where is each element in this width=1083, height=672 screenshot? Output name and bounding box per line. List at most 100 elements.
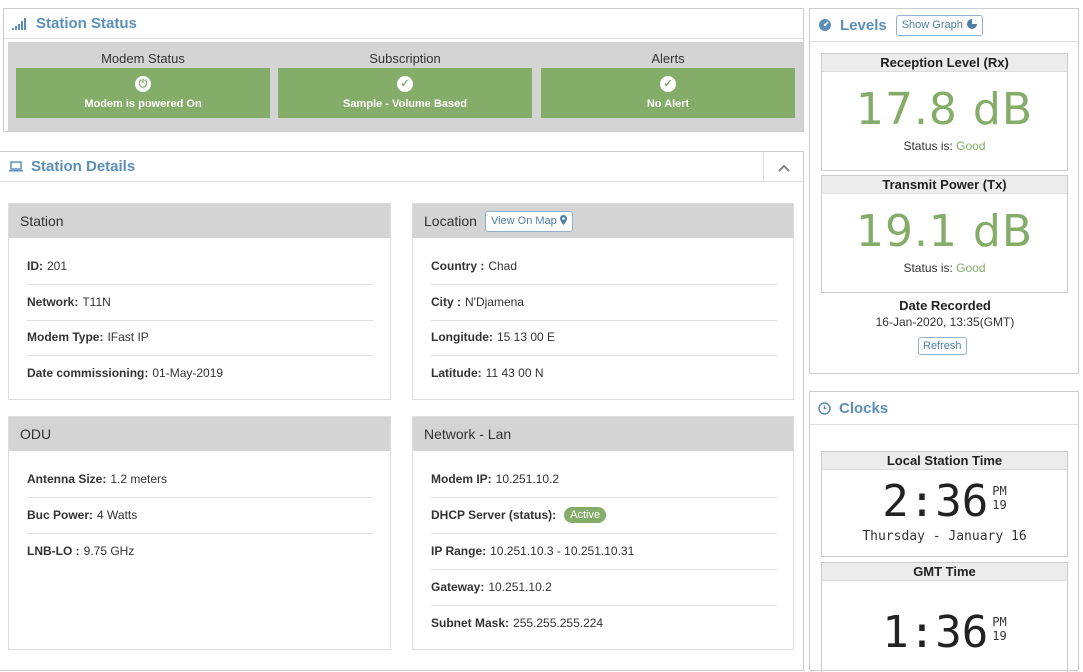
- station-status-header: Station Status: [4, 9, 803, 39]
- subscription-label: Subscription: [369, 51, 441, 66]
- local-time-display: 2:36 PM 19: [822, 476, 1067, 527]
- row-value: 01-May-2019: [152, 366, 224, 380]
- alerts-label: Alerts: [651, 51, 685, 66]
- modem-status-box[interactable]: ⏻ Modem is powered On: [16, 68, 270, 118]
- signal-bars-icon: [12, 17, 28, 30]
- gmt-seconds: 19: [992, 629, 1007, 643]
- location-country-row: Country : Chad: [431, 248, 517, 284]
- rx-status-label: Status is:: [903, 139, 953, 153]
- check-circle-icon: ✓: [660, 76, 676, 92]
- network-lan-card-title: Network - Lan: [424, 426, 512, 442]
- tx-level-box: Transmit Power (Tx) 19.1 dB Status is: G…: [821, 175, 1068, 293]
- levels-panel: Levels Show Graph Reception Level (Rx) 1…: [809, 8, 1079, 374]
- gmt-time-suffix: PM 19: [992, 615, 1006, 643]
- station-card-header: Station: [9, 204, 390, 238]
- row-key: DHCP Server (status):: [431, 508, 557, 522]
- row-value: 10.251.10.2: [488, 580, 552, 594]
- local-time-box: Local Station Time 2:36 PM 19 Thursday - J…: [821, 451, 1068, 557]
- clocks-header: Clocks: [810, 392, 1078, 425]
- row-value: N'Djamena: [465, 295, 524, 309]
- dhcp-status-badge: Active: [564, 507, 607, 523]
- station-status-panel: Station Status Modem Status ⏻ Modem is p…: [3, 8, 804, 132]
- rx-label: Reception Level (Rx): [822, 54, 1067, 72]
- alerts-box[interactable]: ✓ No Alert: [541, 68, 795, 118]
- row-value: IFast IP: [107, 330, 149, 344]
- local-time-suffix: PM 19: [992, 484, 1006, 512]
- row-value: 1.2 meters: [110, 472, 168, 486]
- lan-dhcp-row: DHCP Server (status): Active: [431, 497, 607, 533]
- location-card-title: Location: [424, 213, 477, 229]
- row-key: Network:: [27, 295, 79, 309]
- station-details-title: Station Details: [31, 158, 136, 175]
- local-time-value: 2:36: [882, 476, 989, 527]
- station-commission-row: Date commissioning: 01-May-2019: [27, 355, 223, 391]
- odu-card-header: ODU: [9, 417, 390, 451]
- row-key: Longitude:: [431, 330, 493, 344]
- row-key: LNB-LO :: [27, 544, 80, 558]
- location-city-row: City : N'Djamena: [431, 284, 524, 320]
- row-key: Subnet Mask:: [431, 616, 510, 630]
- odu-buc-row: Buc Power: 4 Watts: [27, 497, 137, 533]
- gmt-time-box: GMT Time 1:36 PM 19: [821, 562, 1068, 672]
- power-icon: ⏻: [135, 76, 151, 92]
- local-time-label: Local Station Time: [822, 452, 1067, 470]
- alerts-status: Alerts ✓ No Alert: [541, 42, 795, 118]
- lan-subnet-row: Subnet Mask: 255.255.255.224: [431, 605, 603, 641]
- alerts-value: No Alert: [646, 98, 690, 110]
- levels-title: Levels: [840, 16, 887, 34]
- row-value: 201: [47, 259, 68, 273]
- view-on-map-button[interactable]: View On Map: [484, 210, 573, 232]
- rx-value: 17.8 dB: [855, 84, 1034, 135]
- gmt-time-display: 1:36 PM 19: [822, 607, 1067, 658]
- row-key: Antenna Size:: [27, 472, 107, 486]
- row-key: IP Range:: [431, 544, 487, 558]
- gmt-time-value: 1:36: [882, 607, 989, 658]
- network-lan-card-header: Network - Lan: [413, 417, 793, 451]
- check-circle-icon: ✓: [397, 76, 413, 92]
- local-ampm: PM: [992, 484, 1007, 498]
- gmt-ampm: PM: [992, 615, 1007, 629]
- row-key: Buc Power:: [27, 508, 94, 522]
- tx-status: Status is: Good: [822, 261, 1067, 275]
- refresh-label: Refresh: [923, 340, 962, 352]
- row-value: 10.251.10.3 - 10.251.10.31: [490, 544, 635, 558]
- collapse-button[interactable]: [763, 152, 803, 182]
- row-value: T11N: [82, 295, 111, 309]
- show-graph-label: Show Graph: [901, 19, 963, 31]
- subscription-box[interactable]: ✓ Sample - Volume Based: [278, 68, 532, 118]
- location-latitude-row: Latitude: 11 43 00 N: [431, 355, 544, 391]
- odu-card: ODU Antenna Size: 1.2 meters Buc Power: 4 …: [8, 416, 391, 650]
- row-value: 4 Watts: [97, 508, 138, 522]
- pie-chart-icon: [966, 18, 977, 32]
- network-lan-card: Network - Lan Modem IP: 10.251.10.2 DHCP …: [412, 416, 794, 650]
- location-card: Location View On Map Country : Chad City …: [412, 203, 794, 400]
- modem-status-value: Modem is powered On: [84, 98, 202, 110]
- rx-level-box: Reception Level (Rx) 17.8 dB Status is: …: [821, 53, 1068, 171]
- chevron-up-icon: [777, 160, 790, 175]
- odu-antenna-row: Antenna Size: 1.2 meters: [27, 461, 167, 497]
- modem-status: Modem Status ⏻ Modem is powered On: [16, 42, 270, 118]
- clocks-title: Clocks: [839, 399, 889, 417]
- row-value: 15 13 00 E: [496, 330, 556, 344]
- status-strip: Modem Status ⏻ Modem is powered On Subsc…: [8, 42, 803, 131]
- local-date: Thursday - January 16: [862, 529, 1027, 544]
- show-graph-button[interactable]: Show Graph: [895, 14, 983, 36]
- rx-status-value: Good: [956, 139, 986, 153]
- dashboard-icon: [818, 18, 832, 32]
- row-key: Latitude:: [431, 366, 482, 380]
- refresh-button[interactable]: Refresh: [918, 337, 967, 355]
- row-key: Modem IP:: [431, 472, 492, 486]
- subscription-value: Sample - Volume Based: [343, 98, 467, 110]
- row-key: Country :: [431, 259, 485, 273]
- tx-value: 19.1 dB: [855, 206, 1034, 257]
- clock-icon: [818, 401, 831, 415]
- rx-status: Status is: Good: [822, 139, 1067, 153]
- subscription-status: Subscription ✓ Sample - Volume Based: [278, 42, 532, 118]
- local-seconds: 19: [992, 498, 1007, 512]
- lan-ip-range-row: IP Range: 10.251.10.3 - 10.251.10.31: [431, 533, 634, 569]
- station-modem-type-row: Modem Type: IFast IP: [27, 319, 149, 355]
- station-details-header: Station Details: [0, 152, 803, 182]
- tx-label: Transmit Power (Tx): [822, 176, 1067, 194]
- location-longitude-row: Longitude: 15 13 00 E: [431, 319, 555, 355]
- station-id-row: ID: 201: [27, 248, 67, 284]
